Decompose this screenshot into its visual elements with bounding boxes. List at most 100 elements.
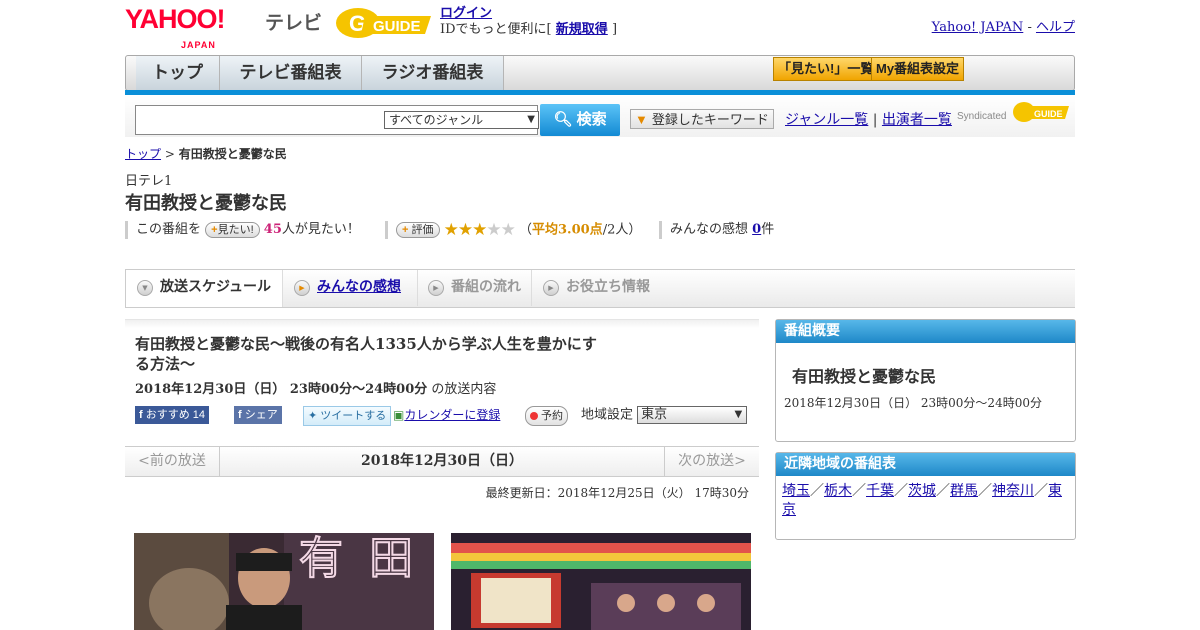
genre-list-link[interactable]: ジャンル一覧: [785, 112, 868, 128]
tv-service-name[interactable]: テレビ: [265, 8, 322, 35]
area-link-gunma[interactable]: 群馬: [950, 483, 978, 499]
comments-count-link[interactable]: 0: [752, 222, 761, 237]
syndicated-label: Syndicated: [957, 111, 1007, 122]
area-link-kanagawa[interactable]: 神奈川: [992, 483, 1034, 499]
want-suffix: 人が見たい！: [281, 222, 360, 237]
genre-select[interactable]: すべてのジャンル ▼: [384, 111, 539, 129]
registered-keywords-button[interactable]: ▼ 登録したキーワード: [630, 109, 774, 129]
search-bar: すべてのジャンル ▼ 🔍︎ 検索 ▼ 登録したキーワード ジャンル一覧 | 出演者…: [125, 95, 1075, 137]
play-arrow-icon: ▶: [428, 280, 444, 296]
yahoo-japan-link[interactable]: Yahoo! JAPAN: [932, 20, 1024, 35]
area-separator: ／: [852, 483, 866, 499]
search-button[interactable]: 🔍︎ 検索: [540, 104, 620, 136]
area-separator: ／: [978, 483, 992, 499]
search-links: ジャンル一覧 | 出演者一覧: [785, 109, 952, 129]
next-broadcast-button[interactable]: 次の放送>: [664, 447, 759, 476]
rating-stars: ★★★★★: [443, 220, 516, 240]
rating-section: + 評価 ★★★★★ （平均3.00点/2人）: [385, 221, 641, 239]
prev-broadcast-button[interactable]: <前の放送: [125, 447, 220, 476]
tab-program-flow[interactable]: ▶ 番組の流れ: [417, 270, 532, 306]
tweet-button[interactable]: ✦ ツイートする: [303, 406, 392, 426]
watchlist-button[interactable]: 「見たい!」一覧: [773, 57, 879, 81]
rating-count: /2人）: [602, 222, 642, 238]
breadcrumb-home[interactable]: トップ: [125, 147, 161, 161]
gguide-syndicated-logo: GUIDE: [1013, 102, 1069, 122]
facebook-recommend-button[interactable]: f おすすめ 14: [135, 406, 210, 424]
broadcast-datetime-row: 2018年12月30日（日） 23時00分～24時00分 の放送内容: [135, 378, 496, 397]
svg-text:有: 有: [299, 533, 343, 584]
last-updated: 最終更新日：2018年12月25日（火） 17時30分: [485, 486, 749, 500]
area-link-chiba[interactable]: 千葉: [866, 483, 894, 499]
area-link-saitama[interactable]: 埼玉: [782, 483, 810, 499]
want-button[interactable]: +見たい!: [205, 221, 260, 238]
facebook-share-button[interactable]: f シェア: [234, 406, 282, 424]
area-link-tochigi[interactable]: 栃木: [824, 483, 852, 499]
broadcast-datetime: 2018年12月30日（日） 23時00分～24時00分: [135, 382, 428, 397]
overview-datetime: 2018年12月30日（日） 23時00分～24時00分: [784, 396, 1042, 410]
register-link[interactable]: 新規取得: [556, 22, 608, 37]
broadcast-pager: <前の放送 2018年12月30日（日） 次の放送>: [125, 446, 759, 477]
triangle-down-icon: ▼: [635, 112, 648, 127]
nearby-area-list: 埼玉／栃木／千葉／茨城／群馬／神奈川／東京: [776, 476, 1075, 526]
current-broadcast-date: 2018年12月30日（日）: [361, 453, 523, 469]
search-link-divider: |: [872, 112, 878, 128]
program-tabs: ▼ 放送スケジュール ▶ みんなの感想 ▶ 番組の流れ ▶ お役立ち情報: [125, 269, 1075, 308]
region-select[interactable]: 東京 ▼: [637, 406, 748, 424]
nav-tab-radio-schedule[interactable]: ラジオ番組表: [362, 56, 504, 90]
help-link[interactable]: ヘルプ: [1036, 20, 1075, 35]
program-title: 有田教授と憂鬱な民: [125, 193, 287, 214]
comments-label: みんなの感想: [670, 222, 749, 237]
svg-text:GUIDE: GUIDE: [373, 18, 421, 35]
tab-broadcast-schedule[interactable]: ▼ 放送スケジュール: [125, 270, 283, 307]
search-icon: 🔍︎: [553, 111, 573, 128]
chevron-down-icon: ▼: [734, 409, 743, 420]
area-separator: ／: [936, 483, 950, 499]
my-schedule-button[interactable]: My番組表設定: [871, 57, 965, 81]
play-arrow-icon: ▶: [294, 280, 310, 296]
rating-open-paren: （: [519, 222, 533, 238]
nav-tab-top[interactable]: トップ: [136, 56, 220, 90]
main-nav: トップ テレビ番組表 ラジオ番組表 「見たい!」一覧 My番組表設定: [125, 55, 1075, 91]
rate-button[interactable]: + 評価: [396, 222, 440, 238]
overview-title: 有田教授と憂鬱な民: [792, 367, 937, 386]
want-section: この番組を +見たい! 45人が見たい！: [125, 221, 360, 239]
login-link[interactable]: ログイン: [440, 6, 492, 21]
facebook-icon: f: [238, 409, 242, 421]
gguide-logo[interactable]: G GUIDE: [335, 6, 433, 40]
program-thumbnail[interactable]: 有 田: [134, 533, 434, 630]
login-box: ログイン IDでもっと便利に[ 新規取得 ]: [440, 6, 617, 38]
calendar-register[interactable]: ▣カレンダーに登録: [393, 406, 500, 423]
want-count: 45: [263, 222, 282, 237]
tab-reviews[interactable]: ▶ みんなの感想: [283, 270, 418, 306]
nearby-schedule-panel: 近隣地域の番組表 埼玉／栃木／千葉／茨城／群馬／神奈川／東京: [775, 452, 1076, 540]
rating-average: 平均3.00点: [532, 222, 603, 238]
broadcast-datetime-suffix: の放送内容: [431, 382, 497, 397]
broadcast-title: 有田教授と憂鬱な民～戦後の有名人1335人から学ぶ人生を豊かにする方法～: [135, 335, 597, 373]
header-link-separator: -: [1027, 20, 1032, 35]
breadcrumb-current: 有田教授と憂鬱な民: [178, 147, 287, 161]
region-label: 地域設定: [581, 407, 634, 423]
play-arrow-icon: ▶: [543, 280, 559, 296]
reserve-button[interactable]: 予約: [525, 406, 568, 426]
nav-tab-tv-schedule[interactable]: テレビ番組表: [220, 56, 362, 90]
area-separator: ／: [810, 483, 824, 499]
area-link-ibaraki[interactable]: 茨城: [908, 483, 936, 499]
comments-unit: 件: [761, 222, 775, 237]
twitter-bird-icon: ✦: [308, 410, 318, 422]
area-separator: ／: [1034, 483, 1048, 499]
tab-useful-info[interactable]: ▶ お役立ち情報: [532, 270, 676, 306]
plus-icon: +: [402, 224, 409, 236]
calendar-icon: ▣: [393, 408, 405, 422]
svg-text:田: 田: [369, 533, 413, 584]
broadcast-detail: 有田教授と憂鬱な民～戦後の有名人1335人から学ぶ人生を豊かにする方法～ 201…: [125, 319, 759, 447]
login-message-close: ]: [611, 22, 618, 37]
record-dot-icon: [530, 412, 538, 421]
program-overview-panel: 番組概要 有田教授と憂鬱な民 2018年12月30日（日） 23時00分～24時…: [775, 319, 1076, 442]
login-message: IDでもっと便利に[: [440, 22, 552, 37]
program-thumbnail[interactable]: [451, 533, 751, 630]
overview-header: 番組概要: [776, 320, 1075, 343]
cast-list-link[interactable]: 出演者一覧: [882, 112, 952, 128]
chevron-down-icon: ▼: [527, 114, 535, 125]
yahoo-japan-logo[interactable]: YAHOO! JAPAN: [125, 6, 226, 51]
breadcrumb: トップ > 有田教授と憂鬱な民: [125, 145, 287, 162]
